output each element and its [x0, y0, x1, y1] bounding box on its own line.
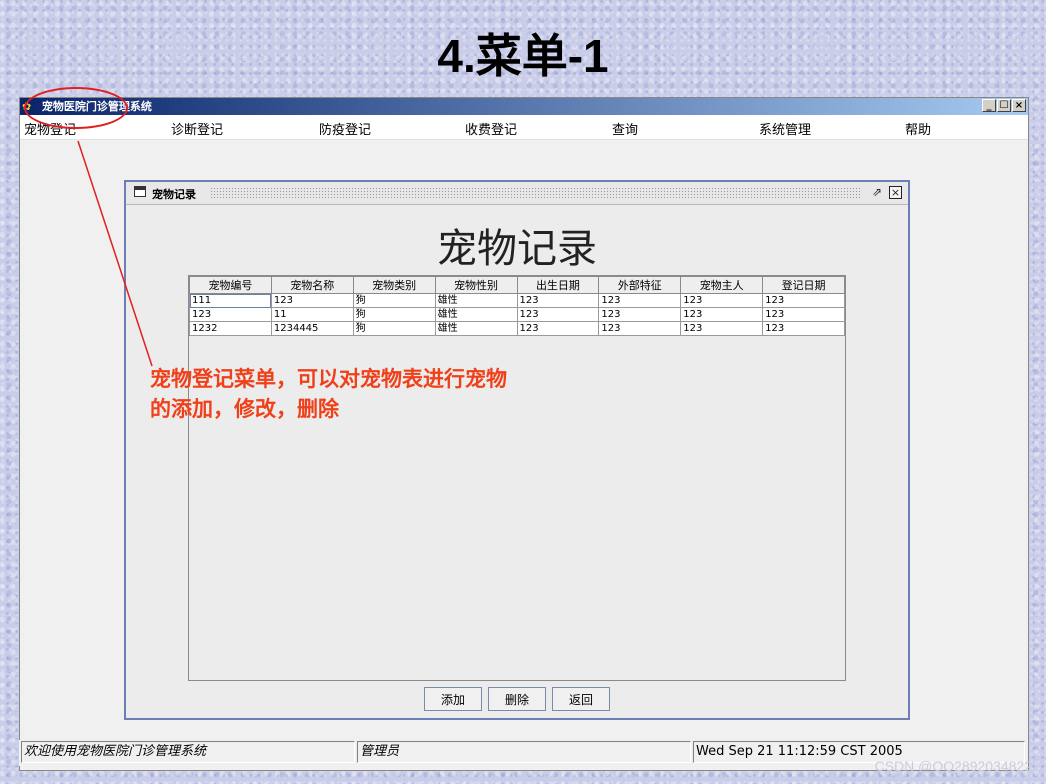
- window-controls: _ ☐ ×: [982, 99, 1026, 112]
- back-button[interactable]: 返回: [552, 687, 610, 711]
- col-register-date[interactable]: 登记日期: [762, 276, 845, 294]
- table-cell[interactable]: 123: [680, 307, 764, 322]
- table-cell[interactable]: 123: [189, 307, 272, 322]
- frame-maximize-icon[interactable]: ⇗: [872, 185, 882, 199]
- frame-window-icon: [134, 186, 146, 197]
- close-button[interactable]: ×: [1012, 99, 1026, 112]
- table-cell[interactable]: 1232: [189, 321, 272, 336]
- col-birth-date[interactable]: 出生日期: [516, 276, 600, 294]
- col-features[interactable]: 外部特征: [598, 276, 682, 294]
- menu-billing[interactable]: 收费登记: [465, 119, 517, 138]
- table-cell[interactable]: 狗: [352, 307, 436, 322]
- menu-vaccination[interactable]: 防疫登记: [319, 119, 371, 138]
- col-pet-gender[interactable]: 宠物性别: [434, 276, 518, 294]
- table-cell[interactable]: 123: [762, 307, 845, 322]
- menu-help[interactable]: 帮助: [905, 119, 931, 138]
- menu-diagnosis[interactable]: 诊断登记: [171, 119, 223, 138]
- table-row[interactable]: 123 11 狗 雄性 123 123 123 123: [189, 307, 845, 322]
- table-cell[interactable]: 123: [516, 293, 600, 308]
- annotation-text: 宠物登记菜单，可以对宠物表进行宠物 的添加，修改，删除: [150, 364, 620, 424]
- menubar: 宠物登记 诊断登记 防疫登记 收费登记 查询 系统管理 帮助: [20, 115, 1028, 140]
- table-cell[interactable]: 雄性: [434, 307, 518, 322]
- col-pet-type[interactable]: 宠物类别: [352, 276, 436, 294]
- table-cell[interactable]: 123: [598, 293, 682, 308]
- table-row[interactable]: 111 123 狗 雄性 123 123 123 123: [189, 293, 845, 308]
- table-cell[interactable]: 123: [680, 321, 764, 336]
- maximize-button[interactable]: ☐: [997, 99, 1011, 112]
- app-titlebar[interactable]: ✿ 宠物医院门诊管理系统 _ ☐ ×: [20, 98, 1028, 115]
- table-cell[interactable]: 雄性: [434, 293, 518, 308]
- titlebar-grip: [210, 187, 862, 198]
- table-cell[interactable]: 狗: [352, 321, 436, 336]
- col-pet-id[interactable]: 宠物编号: [189, 276, 272, 294]
- watermark: CSDN @QQ2892034822: [874, 758, 1032, 774]
- annotation-line-1: 宠物登记菜单，可以对宠物表进行宠物: [150, 366, 507, 391]
- delete-button[interactable]: 删除: [488, 687, 546, 711]
- table-cell[interactable]: 123: [762, 321, 845, 336]
- table-cell[interactable]: 123: [516, 307, 600, 322]
- frame-close-icon[interactable]: ×: [889, 186, 902, 199]
- pet-record-frame: 宠物记录 ⇗ × 宠物记录 宠物编号 宠物名称 宠物类别 宠物性别 出生日期 外…: [124, 180, 910, 720]
- table-header-row: 宠物编号 宠物名称 宠物类别 宠物性别 出生日期 外部特征 宠物主人 登记日期: [189, 276, 845, 294]
- status-role: 管理员: [357, 741, 691, 763]
- table-cell[interactable]: 123: [270, 293, 354, 308]
- action-buttons: 添加 删除 返回: [126, 687, 908, 711]
- status-welcome: 欢迎使用宠物医院门诊管理系统: [21, 741, 355, 763]
- table-cell[interactable]: 狗: [352, 293, 436, 308]
- frame-titlebar[interactable]: 宠物记录 ⇗ ×: [126, 182, 908, 205]
- table-cell[interactable]: 123: [762, 293, 845, 308]
- main-window: ✿ 宠物医院门诊管理系统 _ ☐ × 宠物登记 诊断登记 防疫登记 收费登记 查…: [19, 97, 1029, 771]
- table-cell[interactable]: 123: [598, 307, 682, 322]
- pet-table: 宠物编号 宠物名称 宠物类别 宠物性别 出生日期 外部特征 宠物主人 登记日期 …: [189, 276, 845, 336]
- table-cell[interactable]: 123: [598, 321, 682, 336]
- pet-table-scrollpane[interactable]: 宠物编号 宠物名称 宠物类别 宠物性别 出生日期 外部特征 宠物主人 登记日期 …: [188, 275, 846, 681]
- table-row[interactable]: 1232 1234445 狗 雄性 123 123 123 123: [189, 321, 845, 336]
- minimize-button[interactable]: _: [982, 99, 996, 112]
- col-pet-name[interactable]: 宠物名称: [270, 276, 354, 294]
- annotation-circle: [24, 87, 128, 129]
- slide-title: 4.菜单-1: [437, 30, 609, 82]
- add-button[interactable]: 添加: [424, 687, 482, 711]
- table-cell[interactable]: 123: [680, 293, 764, 308]
- table-cell[interactable]: 123: [516, 321, 600, 336]
- table-cell[interactable]: 雄性: [434, 321, 518, 336]
- frame-title: 宠物记录: [152, 188, 196, 201]
- annotation-line-2: 的添加，修改，删除: [150, 396, 339, 421]
- col-owner[interactable]: 宠物主人: [680, 276, 764, 294]
- menu-system[interactable]: 系统管理: [759, 119, 811, 138]
- table-cell[interactable]: 1234445: [270, 321, 354, 336]
- frame-heading: 宠物记录: [437, 226, 597, 272]
- menu-query[interactable]: 查询: [612, 119, 638, 138]
- table-cell[interactable]: 111: [189, 293, 272, 308]
- table-cell[interactable]: 11: [270, 307, 354, 322]
